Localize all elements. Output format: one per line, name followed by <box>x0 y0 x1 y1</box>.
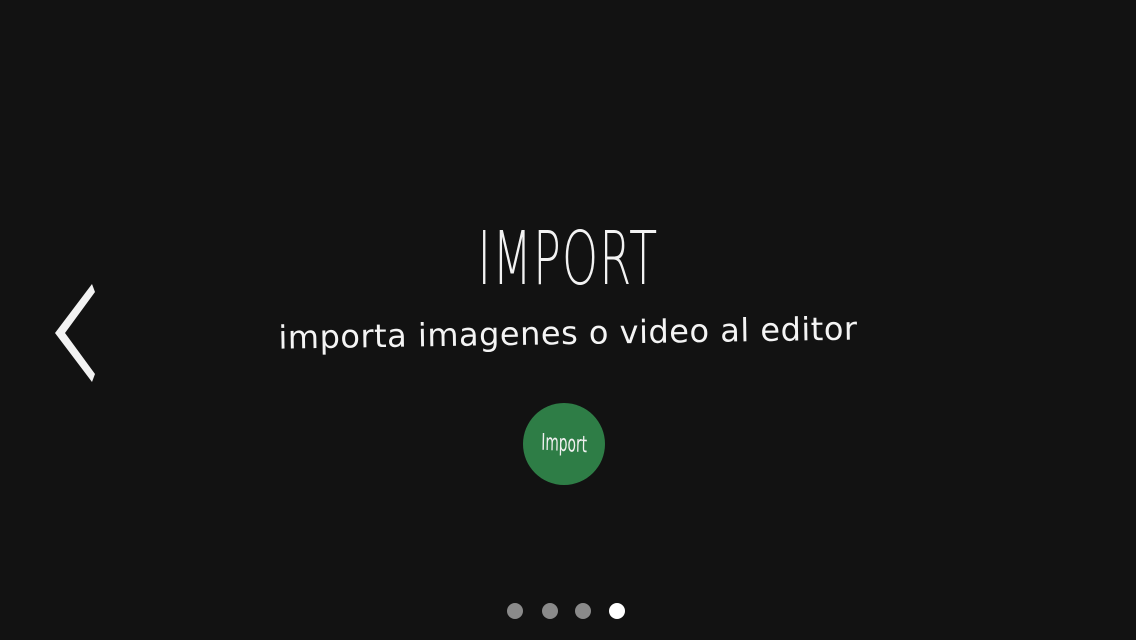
page-dot-3[interactable] <box>575 603 591 619</box>
import-button-label: Import <box>540 429 588 459</box>
slide-subtitle: importa imagenes o video al editor <box>278 309 858 357</box>
page-dot-2[interactable] <box>542 603 558 619</box>
page-dot-1[interactable] <box>507 603 523 619</box>
onboarding-screen: IMPORT importa imagenes o video al edito… <box>0 0 1136 640</box>
import-button[interactable]: Import <box>523 403 605 485</box>
page-dot-4[interactable] <box>609 603 625 619</box>
slide-title: IMPORT <box>477 216 659 302</box>
page-indicator <box>507 603 627 621</box>
